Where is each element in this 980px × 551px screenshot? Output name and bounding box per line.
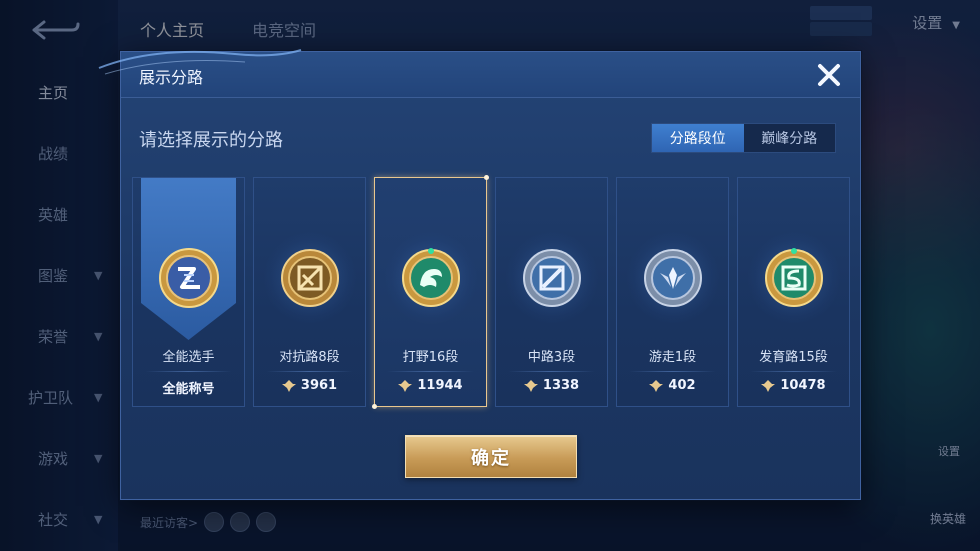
all-round-emblem-icon: [158, 248, 219, 308]
dialog-header: 展示分路: [98, 49, 860, 98]
confirm-button[interactable]: 确定: [405, 435, 577, 478]
lane-name: 对抗路8段: [279, 350, 340, 365]
toggle-lane-rank[interactable]: 分路段位: [652, 124, 744, 152]
lane-name: 全能选手: [162, 350, 215, 365]
lane-value: 11944: [375, 378, 486, 393]
toggle-peak-lane[interactable]: 巅峰分路: [744, 124, 836, 152]
card-divider: [750, 371, 837, 372]
lane-card-jungle[interactable]: 打野16段 11944: [372, 175, 489, 409]
lane-value: 10478: [738, 378, 849, 393]
lane-card-mid[interactable]: 中路3段 1338: [495, 177, 608, 407]
card-divider: [266, 371, 353, 372]
proficiency-icon: [281, 379, 296, 392]
lane-name: 游走1段: [648, 350, 697, 365]
close-icon: [818, 64, 840, 86]
lane-value: 全能称号: [133, 378, 244, 397]
selection-corner-dot: [484, 175, 489, 180]
lane-value-text: 3961: [300, 378, 338, 393]
lane-value: 1338: [496, 378, 607, 393]
selection-corner-dot: [372, 404, 377, 409]
jungle-emblem-icon: [401, 248, 460, 307]
proficiency-icon: [523, 379, 538, 392]
card-divider: [629, 371, 716, 372]
lane-card-roam[interactable]: 游走1段 402: [616, 177, 729, 407]
lane-value: 3961: [254, 378, 365, 393]
lane-card-all-round[interactable]: 全能选手 全能称号: [132, 177, 245, 407]
roam-emblem-icon: [643, 249, 702, 307]
farm-lane-emblem-icon: [764, 248, 823, 307]
lane-value: 402: [617, 378, 728, 393]
clash-lane-emblem-icon: [280, 249, 339, 307]
lane-card-farm[interactable]: 发育路15段 10478: [737, 177, 850, 407]
dialog-title: 展示分路: [139, 68, 204, 87]
close-button[interactable]: [814, 60, 844, 90]
display-mode-toggle: 分路段位 巅峰分路: [651, 123, 836, 153]
proficiency-icon: [761, 379, 776, 392]
lane-card-clash[interactable]: 对抗路8段 3961: [253, 177, 366, 407]
lane-name: 发育路15段: [759, 350, 828, 365]
card-divider: [508, 371, 595, 372]
proficiency-icon: [398, 379, 413, 392]
lane-name: 打野16段: [402, 350, 459, 365]
card-divider: [145, 371, 232, 372]
lane-value-text: 1338: [542, 378, 580, 393]
lane-value-text: 11944: [417, 378, 463, 393]
selection-prompt: 请选择展示的分路: [139, 130, 283, 151]
lane-display-dialog: 展示分路 请选择展示的分路 分路段位 巅峰分路 全能选手 全能称号 对抗路8段 …: [98, 49, 861, 500]
proficiency-icon: [649, 379, 664, 392]
lane-value-text: 402: [668, 378, 696, 393]
lane-cards: 全能选手 全能称号 对抗路8段 3961 打野16段 11944 中路3段 13…: [132, 175, 852, 409]
lane-value-text: 10478: [780, 378, 826, 393]
lane-value-text: 全能称号: [162, 382, 215, 397]
mid-lane-emblem-icon: [522, 249, 581, 307]
lane-name: 中路3段: [527, 350, 576, 365]
card-divider: [387, 371, 474, 372]
